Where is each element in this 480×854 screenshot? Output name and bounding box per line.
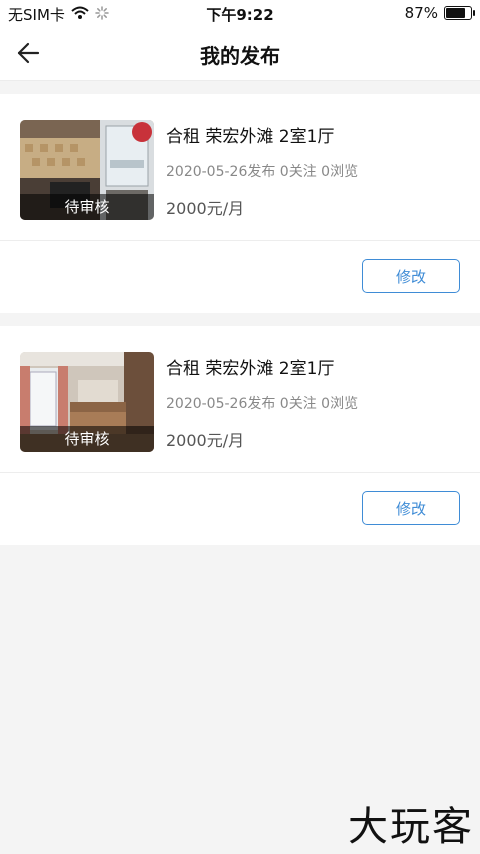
listing-title: 合租 荣宏外滩 2室1厅 <box>166 359 335 379</box>
listing-main[interactable]: 待审核 合租 荣宏外滩 2室1厅 2020-05-26发布 0关注 0浏览 20… <box>0 326 480 473</box>
listing-meta: 2020-05-26发布 0关注 0浏览 <box>166 396 359 412</box>
status-right: 87% <box>404 4 475 22</box>
page-title: 我的发布 <box>200 44 280 68</box>
listing-thumbnail-kitchen[interactable]: 待审核 <box>20 120 154 220</box>
review-status-badge: 待审核 <box>20 194 154 220</box>
listing-actions: 修改 <box>0 241 480 313</box>
review-status-badge: 待审核 <box>20 426 154 452</box>
listing-actions: 修改 <box>0 473 480 545</box>
battery-percent: 87% <box>404 4 438 22</box>
navigation-bar: 我的发布 <box>0 26 480 81</box>
listing-card[interactable]: 待审核 合租 荣宏外滩 2室1厅 2020-05-26发布 0关注 0浏览 20… <box>0 326 480 545</box>
listing-info: 合租 荣宏外滩 2室1厅 2020-05-26发布 0关注 0浏览 2000元/… <box>166 122 466 219</box>
listing-price: 2000元/月 <box>166 199 245 218</box>
watermark-logo: 大玩客 <box>348 804 474 850</box>
listing-price: 2000元/月 <box>166 431 245 450</box>
listing-card[interactable]: 待审核 合租 荣宏外滩 2室1厅 2020-05-26发布 0关注 0浏览 20… <box>0 94 480 313</box>
listing-meta: 2020-05-26发布 0关注 0浏览 <box>166 164 359 180</box>
edit-button[interactable]: 修改 <box>362 491 460 525</box>
edit-button[interactable]: 修改 <box>362 259 460 293</box>
listing-info: 合租 荣宏外滩 2室1厅 2020-05-26发布 0关注 0浏览 2000元/… <box>166 354 466 451</box>
listing-title: 合租 荣宏外滩 2室1厅 <box>166 127 335 147</box>
status-bar: 无SIM卡 下午9:22 87% <box>0 0 480 26</box>
battery-level-fill <box>446 8 465 18</box>
listing-main[interactable]: 待审核 合租 荣宏外滩 2室1厅 2020-05-26发布 0关注 0浏览 20… <box>0 94 480 241</box>
listing-thumbnail-bedroom[interactable]: 待审核 <box>20 352 154 452</box>
battery-icon <box>444 6 475 20</box>
